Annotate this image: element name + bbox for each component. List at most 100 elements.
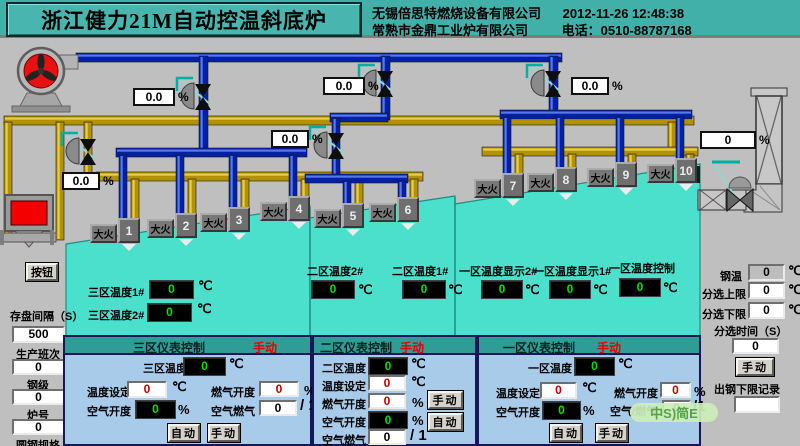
zone1-panel-header: 一区仪表控制 手动	[479, 337, 699, 355]
zone1-ctrl-label: 一区温度控制	[609, 260, 675, 276]
zone3-temp1-label: 三区温度1#	[88, 284, 144, 300]
zone2-gas-opening-label: 燃气开度	[322, 396, 366, 412]
zone2-setpoint-unit: ℃	[411, 374, 426, 390]
sort-upper-limit-unit: ℃	[788, 282, 800, 298]
zone1-panel-title: 一区仪表控制	[503, 339, 575, 356]
zone1-setpoint-label: 温度设定	[496, 385, 540, 401]
zone2-ratio-input[interactable]: 0	[368, 429, 406, 445]
zone3-ratio-input[interactable]: 0	[259, 400, 297, 416]
zone1-air-opening-display: 0	[542, 401, 581, 420]
zone2-panel-title: 二区仪表控制	[320, 339, 392, 356]
zone3-temp2-unit: ℃	[197, 301, 212, 317]
zone2-manual-button[interactable]: 手动	[428, 391, 463, 409]
zone1-disp1-display: 0	[549, 280, 591, 299]
zone2-temp-unit: ℃	[411, 356, 426, 372]
zone1-setpoint-input[interactable]: 0	[540, 382, 577, 399]
right-manual-button[interactable]: 手动	[736, 358, 774, 376]
zone2-temp-label: 二区温度	[322, 360, 366, 376]
tapping-lower-record-input[interactable]	[734, 396, 780, 413]
zone1-gas-opening-label: 燃气开度	[614, 385, 658, 401]
zone3-temp2-label: 三区温度2#	[88, 307, 144, 323]
zone3-ratio-label: 空气燃气	[211, 403, 255, 419]
zone3-setpoint-unit: ℃	[172, 379, 187, 395]
save-interval-input[interactable]: 500	[12, 326, 65, 343]
zone1-auto-button[interactable]: 自动	[550, 424, 582, 442]
zone2-temp2-label: 二区温度2#	[307, 263, 363, 279]
zone2-gas-opening-input[interactable]: 0	[368, 393, 406, 409]
sort-upper-limit-input[interactable]: 0	[748, 282, 785, 299]
zone2-mode-indicator: 手动	[400, 339, 424, 356]
zone2-air-opening-unit: %	[412, 413, 424, 428]
zone2-air-opening-label: 空气开度	[322, 414, 366, 430]
save-interval-label: 存盘间隔（S）	[10, 308, 83, 324]
zone3-temp2-display: 0	[147, 303, 192, 322]
furnace-number-input[interactable]: 0	[12, 419, 65, 435]
zone2-ratio-suffix: / 1	[410, 427, 427, 444]
round-steel-spec-label: 圆钢规格	[16, 437, 60, 446]
zone2-setpoint-label: 温度设定	[322, 378, 366, 394]
zone2-temp2-unit: ℃	[358, 282, 373, 298]
steel-grade-input[interactable]: 0	[12, 389, 65, 405]
zone3-panel-header: 三区仪表控制 手动	[65, 337, 310, 355]
zone1-disp2-display: 0	[481, 280, 523, 299]
tapping-lower-record-label: 出钢下限记录	[714, 381, 780, 397]
zone3-air-opening-label: 空气开度	[87, 403, 131, 419]
zone2-temp1-unit: ℃	[448, 282, 463, 298]
zone1-disp1-label: 一区温度显示1#	[533, 263, 611, 279]
zone3-gas-opening-input[interactable]: 0	[259, 381, 299, 397]
steel-temp-value: 0	[748, 264, 785, 281]
zone3-temp1-unit: ℃	[198, 278, 213, 294]
zone2-temp2-display: 0	[311, 280, 355, 299]
scada-screen: 浙江健力21M自动控温斜底炉 无锡倍思特燃烧设备有限公司 2012-11-26 …	[0, 0, 800, 446]
zone3-temp-unit: ℃	[229, 356, 244, 372]
fan-icon	[12, 48, 78, 112]
zone3-manual-button[interactable]: 手动	[208, 424, 240, 442]
zone1-disp2-label: 一区温度显示2#	[459, 263, 537, 279]
zone1-manual-button[interactable]: 手动	[596, 424, 628, 442]
zone1-temp-unit: ℃	[618, 356, 633, 372]
zone3-temp-label: 三区温度	[143, 360, 187, 376]
zone3-temp1-display: 0	[149, 280, 194, 299]
zone3-setpoint-input[interactable]: 0	[127, 381, 167, 398]
zone1-ctrl-unit: ℃	[663, 280, 678, 296]
sort-time-label: 分选时间（S）	[714, 323, 787, 339]
steel-temp-unit: ℃	[788, 263, 800, 279]
zone1-disp1-unit: ℃	[593, 282, 608, 298]
zone2-ratio-label: 空气燃气	[322, 432, 366, 446]
zone3-control-panel: 三区仪表控制 手动 三区温度 0 ℃ 温度设定 0 ℃ 燃气开度 0 % 空气开…	[63, 335, 312, 446]
zone3-panel-title: 三区仪表控制	[133, 339, 205, 356]
zone2-panel-header: 二区仪表控制 手动	[314, 337, 475, 355]
steel-temp-label: 钢温	[720, 268, 742, 284]
ladle-icon	[0, 195, 56, 247]
zone3-mode-indicator: 手动	[253, 339, 277, 356]
zone2-temp1-display: 0	[402, 280, 446, 299]
zone2-auto-button[interactable]: 自动	[428, 413, 463, 431]
zone3-air-opening-unit: %	[178, 402, 190, 417]
sort-lower-limit-input[interactable]: 0	[748, 302, 785, 319]
zone1-disp2-unit: ℃	[525, 282, 540, 298]
zone1-gas-opening-input[interactable]: 0	[660, 382, 691, 398]
zone2-gas-opening-unit: %	[412, 395, 424, 410]
sort-upper-limit-label: 分选上限	[702, 286, 746, 302]
zone3-auto-button[interactable]: 自动	[168, 424, 200, 442]
zone2-air-opening-display: 0	[368, 411, 408, 429]
zone2-temp1-label: 二区温度1#	[392, 263, 448, 279]
zone2-temp-display: 0	[368, 357, 408, 375]
zone1-temp-display: 0	[574, 357, 615, 376]
zone2-setpoint-input[interactable]: 0	[368, 375, 406, 391]
chimney-icon	[698, 88, 787, 212]
zone1-gas-opening-unit: %	[694, 384, 706, 399]
zone2-control-panel: 二区仪表控制 手动 二区温度 0 ℃ 温度设定 0 ℃ 燃气开度 0 % 手动 …	[312, 335, 477, 446]
zone1-setpoint-unit: ℃	[582, 380, 597, 396]
button-panel-button[interactable]: 按钮	[26, 263, 58, 281]
watermark-badge: 中S)简E	[630, 403, 718, 422]
zone1-ctrl-display: 0	[619, 278, 661, 297]
zone3-gas-opening-label: 燃气开度	[211, 384, 255, 400]
zone3-temp-display: 0	[183, 357, 226, 376]
zone1-control-panel: 一区仪表控制 手动 一区温度 0 ℃ 温度设定 0 ℃ 燃气开度 0 % 空气开…	[477, 335, 701, 446]
production-shift-input[interactable]: 0	[12, 359, 65, 375]
zone1-air-opening-unit: %	[583, 403, 595, 418]
zone3-air-opening-display: 0	[135, 400, 176, 419]
sort-lower-limit-unit: ℃	[788, 302, 800, 318]
sort-time-input[interactable]: 0	[732, 338, 779, 354]
